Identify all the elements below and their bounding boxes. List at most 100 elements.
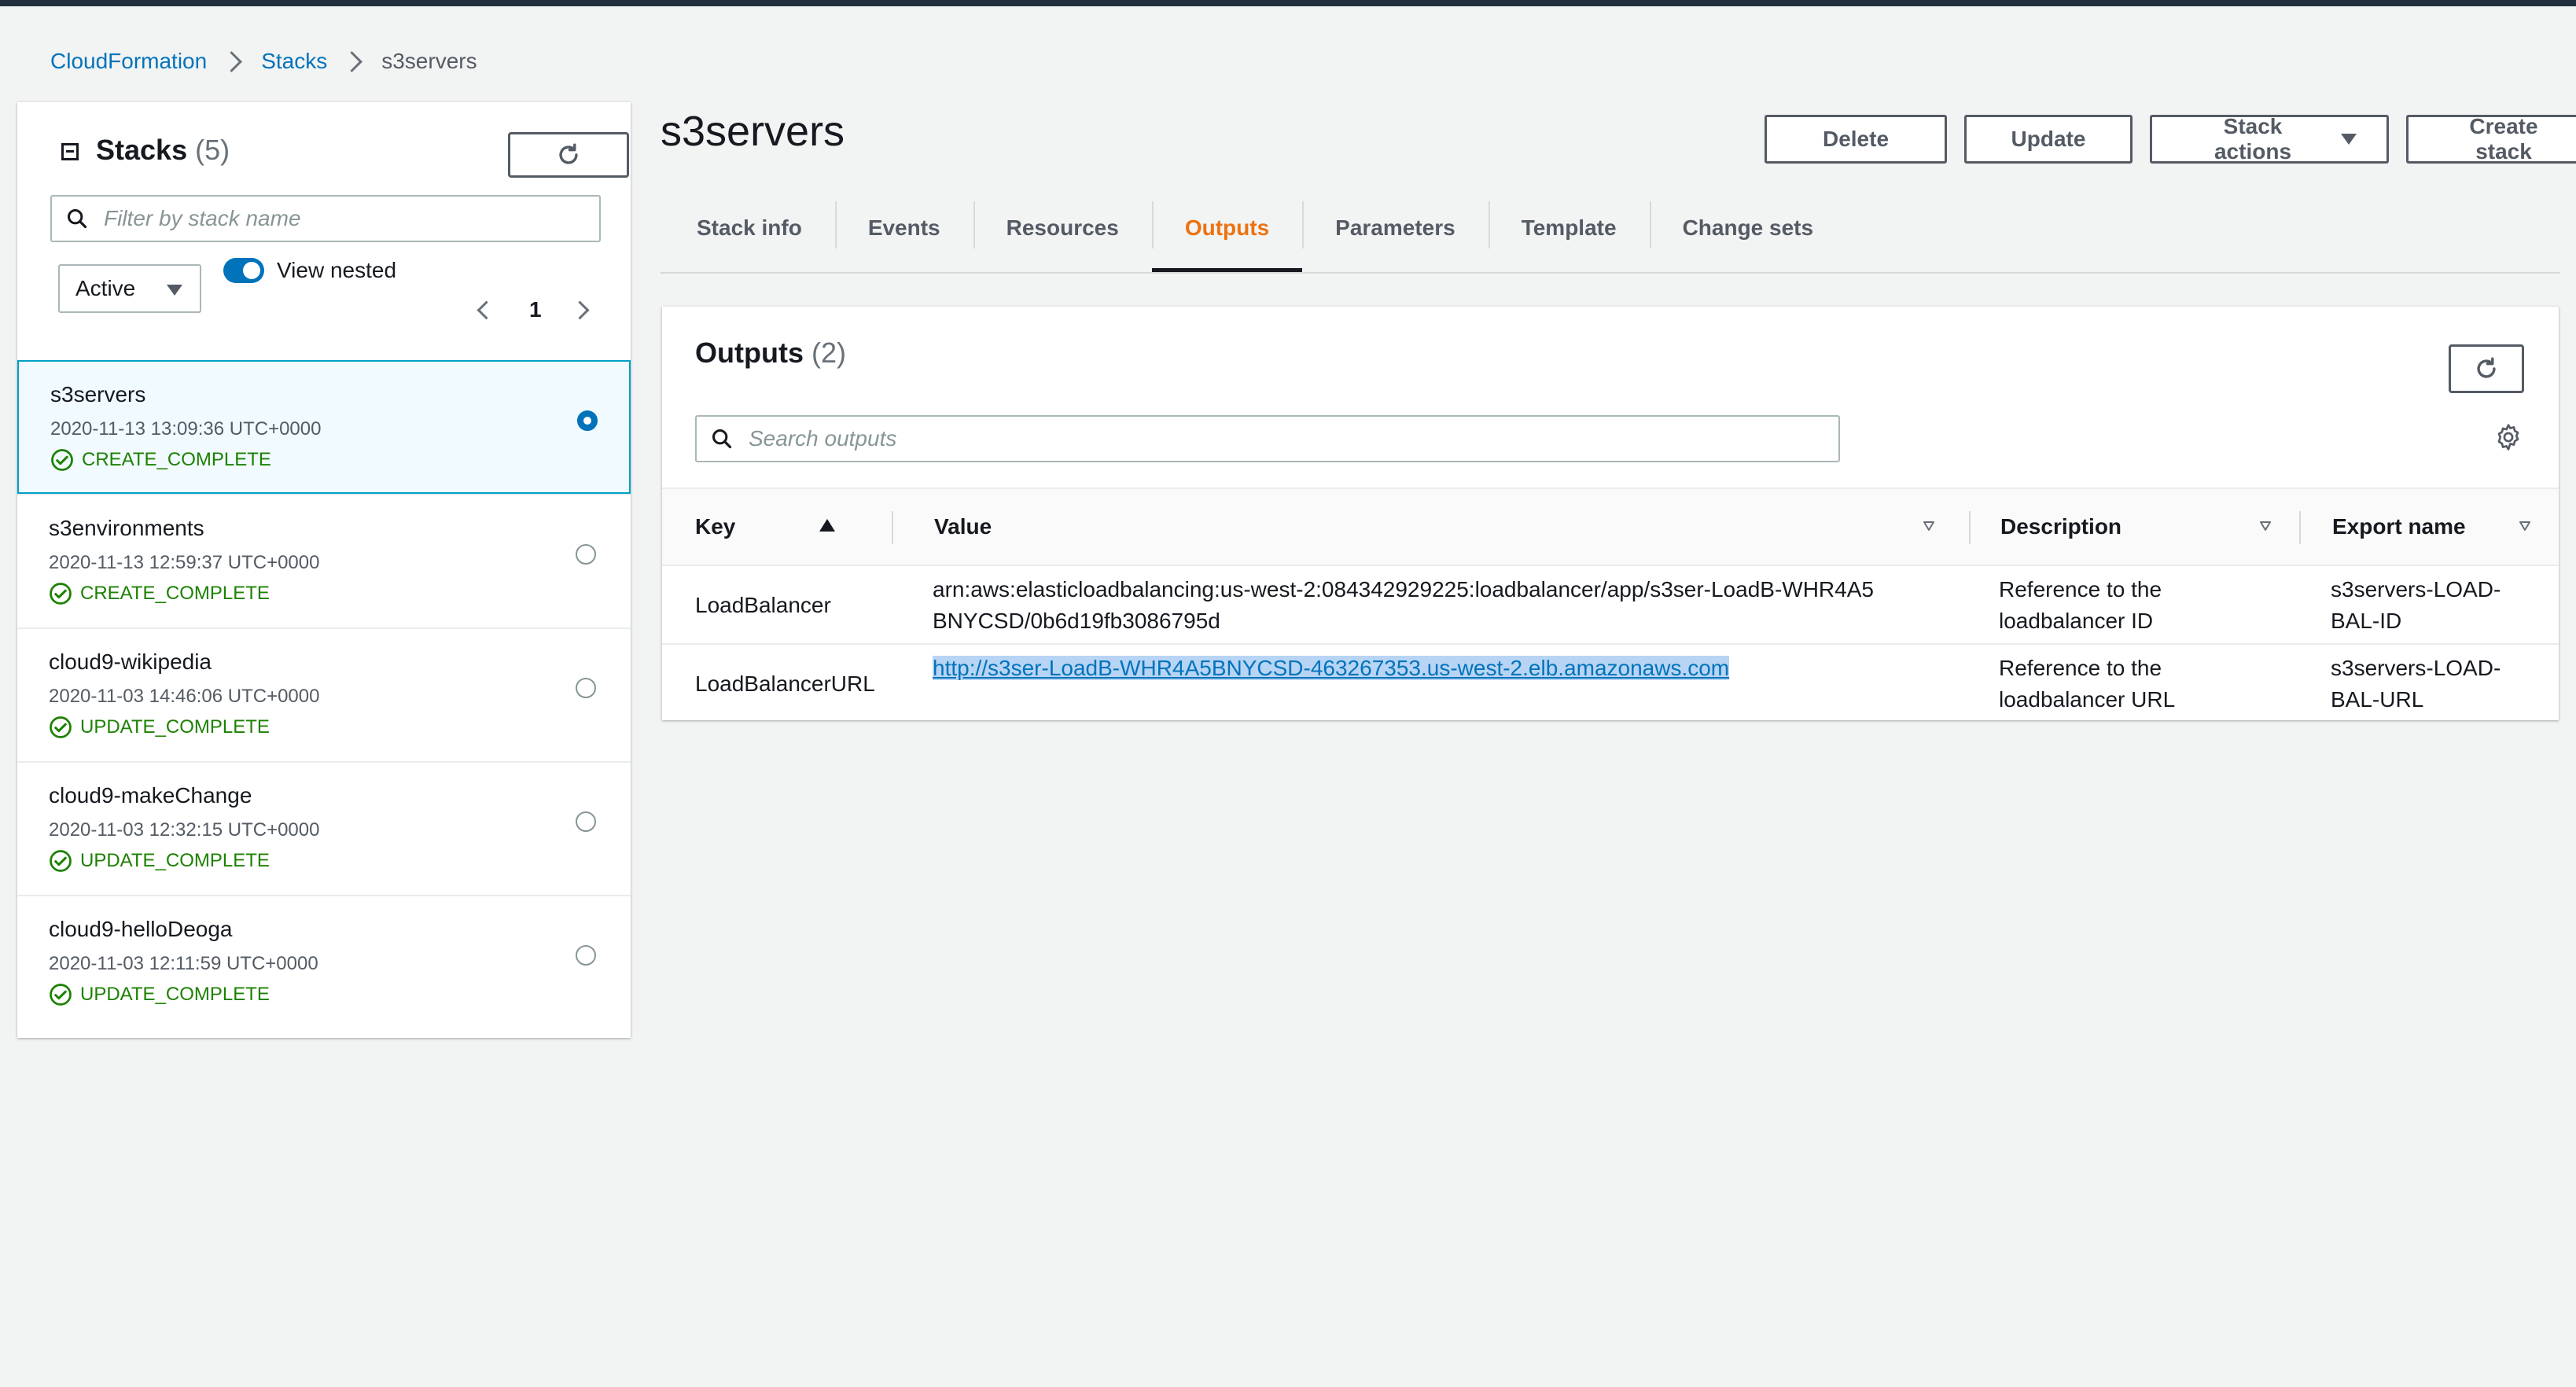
column-description-label: Description <box>2000 514 2122 539</box>
output-value: arn:aws:elasticloadbalancing:us-west-2:0… <box>933 577 1874 633</box>
table-header: Key Value Description Export name <box>662 487 2559 566</box>
stack-status-text: CREATE_COMPLETE <box>80 583 270 604</box>
stack-radio[interactable] <box>576 945 596 966</box>
output-export-name: s3servers-LOAD-BAL-URL <box>2331 656 2501 712</box>
stack-item[interactable]: cloud9-wikipedia 2020-11-03 14:46:06 UTC… <box>17 627 631 761</box>
update-button[interactable]: Update <box>1964 115 2133 164</box>
stacks-title: Stacks (5) <box>96 134 230 167</box>
breadcrumb-current: s3servers <box>381 49 477 73</box>
outputs-count: (2) <box>811 337 846 369</box>
view-nested-toggle[interactable] <box>223 258 264 283</box>
stack-name: cloud9-wikipedia <box>49 649 212 674</box>
column-export-label: Export name <box>2332 514 2466 539</box>
stack-actions-button[interactable]: Stack actions <box>2150 114 2389 164</box>
filter-stacks-input[interactable] <box>102 205 577 232</box>
tab-resources[interactable]: Resources <box>973 197 1152 259</box>
filter-stacks-field <box>50 195 601 242</box>
stack-created-time: 2020-11-13 13:09:36 UTC+0000 <box>50 418 322 440</box>
tab-change-sets[interactable]: Change sets <box>1649 197 1847 259</box>
collapse-icon[interactable] <box>61 143 79 160</box>
view-nested-label: View nested <box>277 258 397 282</box>
stacks-panel: Stacks (5) Active View nested 1 <box>17 102 631 1038</box>
breadcrumb-stacks[interactable]: Stacks <box>261 49 327 74</box>
column-divider <box>2299 511 2301 544</box>
column-key-label: Key <box>695 514 736 539</box>
tab-events[interactable]: Events <box>834 197 973 259</box>
search-icon <box>67 208 87 229</box>
output-url-link[interactable]: http://s3ser-LoadB-WHR4A5BNYCSD-46326735… <box>933 656 1730 680</box>
update-button-label: Update <box>2011 127 2086 151</box>
stack-name: s3environments <box>49 516 204 540</box>
caret-down-icon <box>167 285 182 296</box>
sort-icon[interactable] <box>1923 521 1934 532</box>
output-key: LoadBalancer <box>695 593 831 617</box>
stack-created-time: 2020-11-03 14:46:06 UTC+0000 <box>49 686 320 707</box>
outputs-title-label: Outputs <box>695 337 804 369</box>
output-description: Reference to the loadbalancer URL <box>1999 656 2176 712</box>
stack-status: CREATE_COMPLETE <box>49 582 270 605</box>
tab-stack-info[interactable]: Stack info <box>661 197 835 259</box>
table-row: LoadBalancer arn:aws:elasticloadbalancin… <box>662 566 2559 645</box>
stack-item[interactable]: cloud9-helloDeoga 2020-11-03 12:11:59 UT… <box>17 895 631 1028</box>
outputs-title: Outputs (2) <box>695 337 846 370</box>
refresh-outputs-button[interactable] <box>2449 344 2524 393</box>
stack-created-time: 2020-11-03 12:11:59 UTC+0000 <box>49 953 318 974</box>
gear-icon[interactable] <box>2494 423 2523 451</box>
tab-parameters[interactable]: Parameters <box>1302 197 1489 259</box>
stack-radio[interactable] <box>576 544 596 565</box>
stacks-title-label: Stacks <box>96 134 188 166</box>
search-outputs-field <box>695 415 1840 462</box>
stack-created-time: 2020-11-03 12:32:15 UTC+0000 <box>49 819 320 841</box>
refresh-icon <box>559 143 578 164</box>
output-key: LoadBalancerURL <box>695 671 875 696</box>
stack-item[interactable]: s3environments 2020-11-13 12:59:37 UTC+0… <box>17 494 631 627</box>
search-icon <box>712 429 732 449</box>
next-page-icon[interactable] <box>570 300 590 320</box>
check-circle-icon <box>51 449 73 471</box>
stack-name: s3servers <box>50 382 146 407</box>
column-header-key[interactable]: Key <box>695 489 892 565</box>
stack-status: UPDATE_COMPLETE <box>49 983 270 1006</box>
stack-status-text: CREATE_COMPLETE <box>82 449 271 470</box>
stack-item[interactable]: cloud9-makeChange 2020-11-03 12:32:15 UT… <box>17 761 631 895</box>
toggle-knob <box>243 262 260 279</box>
stacks-panel-header: Stacks (5) Active View nested 1 <box>17 102 631 362</box>
chevron-right-icon <box>221 50 243 72</box>
stacks-count: (5) <box>195 134 230 166</box>
stack-list: s3servers 2020-11-13 13:09:36 UTC+0000 C… <box>17 360 631 1028</box>
output-value: http://s3ser-LoadB-WHR4A5BNYCSD-46326735… <box>933 653 1876 684</box>
stack-radio[interactable] <box>576 811 596 832</box>
stack-status: CREATE_COMPLETE <box>50 448 271 472</box>
tab-outputs[interactable]: Outputs <box>1151 197 1303 272</box>
tab-template[interactable]: Template <box>1488 197 1650 259</box>
table-row: LoadBalancerURL http://s3ser-LoadB-WHR4A… <box>662 645 2559 723</box>
sort-icon[interactable] <box>2260 521 2271 532</box>
search-outputs-input[interactable] <box>747 425 1820 452</box>
column-divider <box>1969 511 1971 544</box>
stack-radio[interactable] <box>576 678 596 698</box>
column-header-description[interactable]: Description <box>2000 489 2276 565</box>
column-value-label: Value <box>934 514 992 539</box>
page-title: s3servers <box>661 108 845 155</box>
stack-radio[interactable] <box>577 410 598 431</box>
refresh-icon <box>2477 357 2496 378</box>
outputs-panel: Outputs (2) Key Value <box>662 307 2559 723</box>
page-number[interactable]: 1 <box>529 297 542 322</box>
stack-name: cloud9-makeChange <box>49 783 252 808</box>
pagination: 1 <box>477 297 590 322</box>
status-filter-select[interactable]: Active <box>58 264 201 313</box>
column-header-value[interactable]: Value <box>934 489 1941 565</box>
output-description: Reference to the loadbalancer ID <box>1999 577 2162 633</box>
breadcrumb-cloudformation[interactable]: CloudFormation <box>50 49 207 74</box>
delete-button[interactable]: Delete <box>1765 115 1947 164</box>
stack-status-text: UPDATE_COMPLETE <box>80 984 270 1005</box>
stack-status-text: UPDATE_COMPLETE <box>80 850 270 871</box>
stack-status: UPDATE_COMPLETE <box>49 849 270 873</box>
check-circle-icon <box>50 850 72 872</box>
stack-item[interactable]: s3servers 2020-11-13 13:09:36 UTC+0000 C… <box>17 360 631 494</box>
create-stack-button[interactable]: Create stack <box>2406 114 2576 164</box>
refresh-stacks-button[interactable] <box>508 132 629 178</box>
sort-ascending-icon[interactable] <box>819 519 835 532</box>
previous-page-icon[interactable] <box>477 300 496 320</box>
sort-icon[interactable] <box>2519 521 2530 532</box>
